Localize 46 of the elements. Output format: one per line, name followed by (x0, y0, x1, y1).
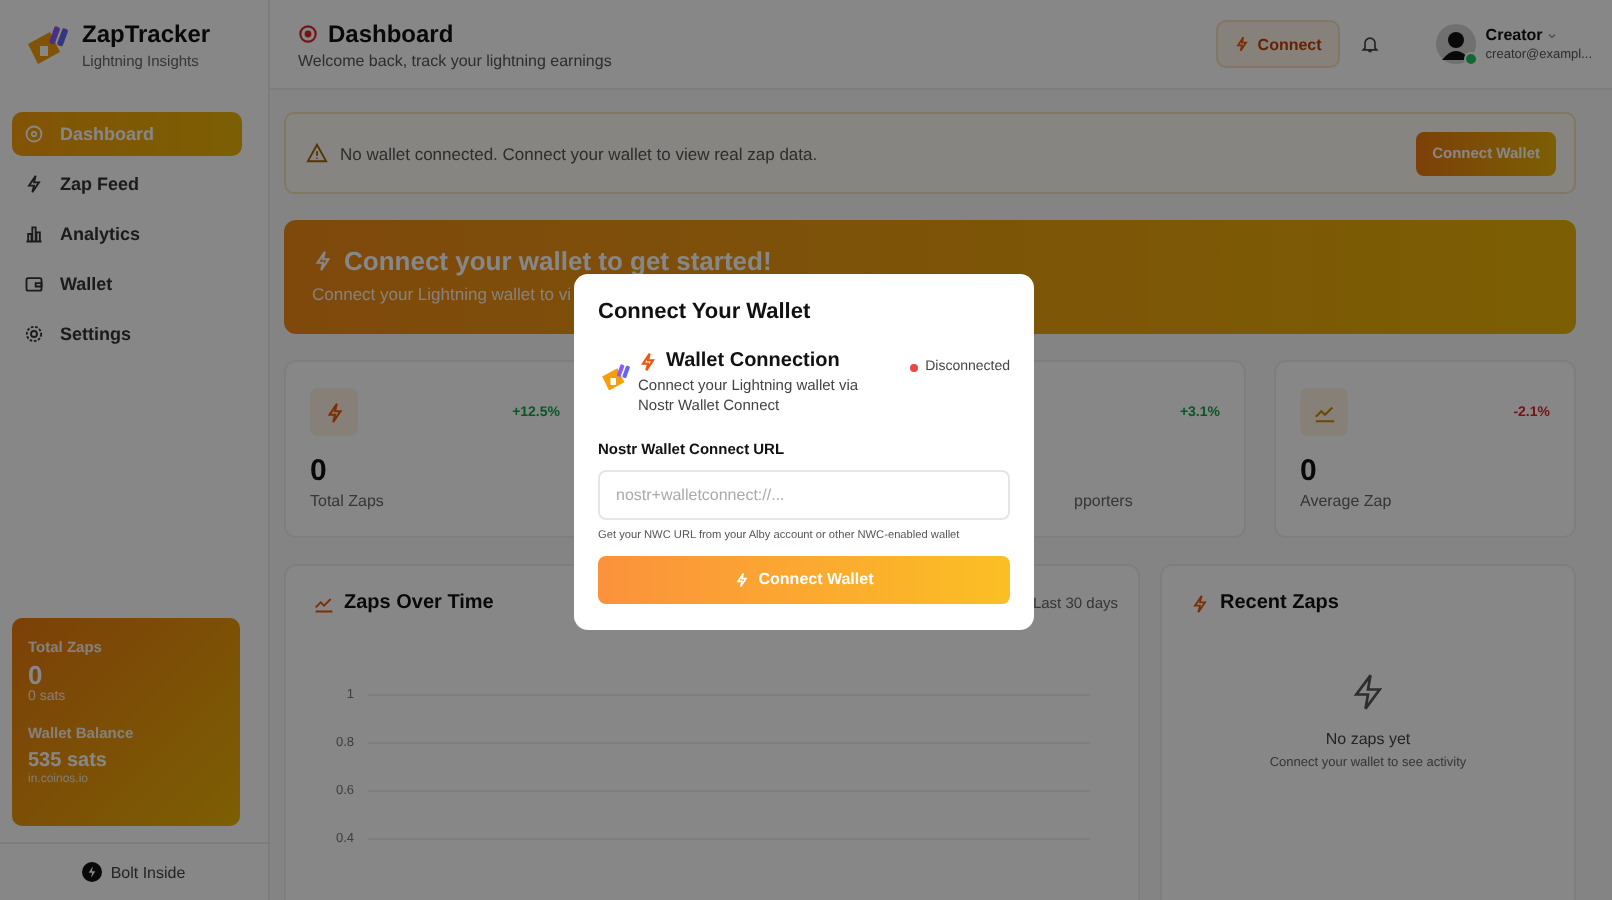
warning-icon (306, 142, 328, 164)
sidebar-item[interactable]: Wallet (12, 262, 242, 306)
panel-title: Zaps Over Time (344, 592, 494, 614)
connect-button[interactable]: Connect (1215, 20, 1340, 68)
settings-icon (24, 324, 44, 344)
panel-title: Recent Zaps (1220, 592, 1339, 614)
stat-value: 0 (310, 454, 329, 488)
banner-subtitle: Connect your Lightning wallet to vi (312, 284, 573, 304)
nwc-url-input[interactable]: nostr+walletconnect://... (598, 469, 1010, 519)
trend-line-icon (314, 593, 334, 613)
notification-bell-icon[interactable] (1359, 34, 1380, 54)
bolt-icon (323, 401, 345, 423)
bolt-icon (312, 250, 334, 272)
page-subtitle: Welcome back, track your lightning earnings (298, 51, 612, 69)
empty-state-title: No zaps yet (1325, 730, 1411, 748)
page-title: Dashboard (328, 19, 454, 47)
user-name: Creator (1485, 26, 1543, 44)
bolt-icon (734, 571, 751, 587)
bolt-icon (1348, 670, 1388, 714)
bar-chart-icon (24, 224, 44, 244)
wallet-logo-icon (598, 360, 634, 396)
bolt-icon (1190, 593, 1210, 613)
trend-line-icon (1313, 401, 1335, 423)
summary-value: 535 sats (28, 750, 109, 772)
summary-value: 0 (28, 660, 45, 690)
alert-text: No wallet connected. Connect your wallet to view real zap data. (340, 143, 820, 163)
sidebar-item[interactable]: Zap Feed (12, 162, 242, 206)
sidebar-item[interactable]: Analytics (12, 212, 242, 256)
banner-title: Connect your wallet to get started! (344, 246, 772, 276)
bolt-icon (638, 351, 658, 371)
bolt-badge-icon (82, 862, 103, 882)
dashboard-icon (24, 124, 44, 144)
stat-value: 0 (1300, 454, 1319, 488)
bolt-icon (1233, 36, 1250, 52)
stat-label: Total Zaps (310, 492, 384, 510)
dialog-title: Connect Your Wallet (598, 300, 813, 324)
section-title: Wallet Connection (666, 350, 840, 372)
stat-label: Average Zap (1300, 492, 1392, 510)
dashboard-icon (298, 23, 318, 43)
app-name: ZapTracker (82, 20, 211, 48)
stat-label: pporters (1074, 492, 1133, 510)
bolt-icon (24, 174, 44, 194)
sidebar-item[interactable]: Settings (12, 312, 242, 356)
footer-text: Bolt Inside (110, 863, 186, 881)
avatar-silhouette[interactable] (1435, 24, 1476, 64)
wallet-icon (24, 274, 44, 294)
